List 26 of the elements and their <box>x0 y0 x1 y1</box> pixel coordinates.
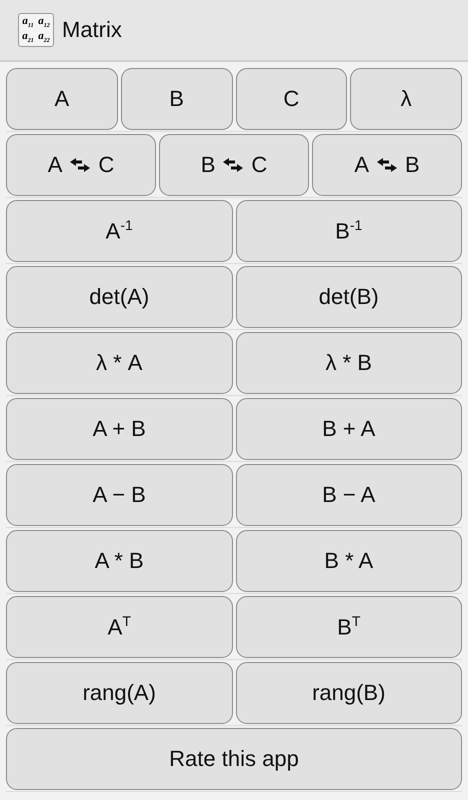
operation-button[interactable]: A + B <box>6 398 232 460</box>
operation-button[interactable]: rang(A) <box>6 662 232 724</box>
operation-button[interactable]: B * A <box>236 530 462 592</box>
swap-button[interactable]: A B <box>312 134 462 196</box>
operation-button[interactable]: B − A <box>236 464 462 526</box>
operation-button[interactable]: A − B <box>6 464 232 526</box>
swap-button[interactable]: A C <box>6 134 156 196</box>
operation-button[interactable]: B$^{T}$ <box>236 596 462 658</box>
operation-button[interactable]: rang(B) <box>236 662 462 724</box>
swap-button[interactable]: B C <box>159 134 309 196</box>
operation-button[interactable]: C <box>236 68 348 130</box>
operation-button[interactable]: Rate this app <box>6 728 462 790</box>
app-icon: a$_{11}$ a$_{12}$ a$_{21}$ a$_{22}$ <box>18 13 54 47</box>
operation-button[interactable]: A$^{T}$ <box>6 596 232 658</box>
operation-button[interactable]: λ <box>350 68 462 130</box>
operation-button[interactable]: B$^{-1}$ <box>236 200 462 262</box>
operation-button[interactable]: λ * B <box>236 332 462 394</box>
operation-button[interactable]: det(B) <box>236 266 462 328</box>
operation-button[interactable]: λ * A <box>6 332 232 394</box>
operation-button[interactable]: B + A <box>236 398 462 460</box>
operation-button[interactable]: det(A) <box>6 266 232 328</box>
operation-button[interactable]: A$^{-1}$ <box>6 200 232 262</box>
operation-button[interactable]: A * B <box>6 530 232 592</box>
operation-button[interactable]: A <box>6 68 118 130</box>
app-title: Matrix <box>62 17 122 43</box>
operation-button[interactable]: B <box>120 68 232 130</box>
